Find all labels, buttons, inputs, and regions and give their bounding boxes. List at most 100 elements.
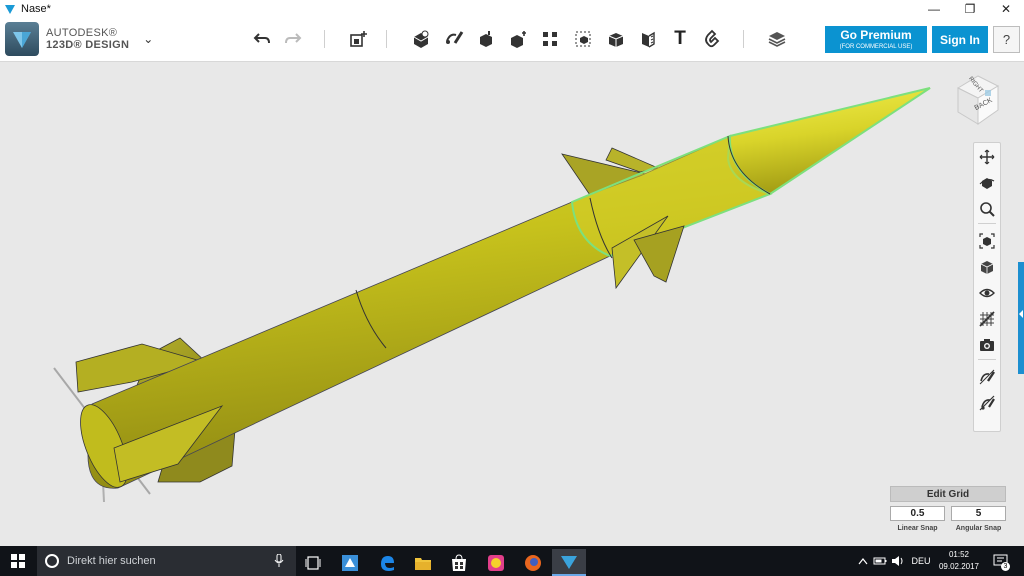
taskbar-clock[interactable]: 01:52 09.02.2017 <box>934 549 984 573</box>
123d-design-taskbar-button[interactable] <box>552 549 586 576</box>
tray-overflow-icon[interactable] <box>856 546 870 576</box>
battery-icon[interactable] <box>872 546 888 576</box>
angular-snap-label: Angular Snap <box>955 525 1002 532</box>
fit-icon <box>979 233 995 249</box>
material-button[interactable] <box>764 26 790 52</box>
go-premium-button[interactable]: Go Premium (FOR COMMERCIAL USE) <box>825 26 927 53</box>
view-mode-button[interactable] <box>977 257 997 277</box>
hide-sketches-button[interactable] <box>977 367 997 387</box>
task-view-button[interactable] <box>296 549 330 576</box>
orbit-icon <box>979 178 995 189</box>
sketch-button[interactable] <box>441 26 467 52</box>
app-logo-icon <box>3 2 17 16</box>
taskbar-app-1[interactable] <box>333 549 367 576</box>
window-title: Nase* <box>21 2 51 15</box>
start-button[interactable] <box>0 546 36 576</box>
close-button[interactable]: ✕ <box>988 0 1024 17</box>
restore-button[interactable]: ❐ <box>952 0 988 17</box>
edge-browser-button[interactable] <box>370 549 404 576</box>
app-icon <box>342 554 358 571</box>
side-panel-tab[interactable] <box>1018 262 1024 374</box>
redo-button[interactable] <box>280 26 306 52</box>
store-icon <box>452 553 466 571</box>
visibility-icon <box>979 288 995 298</box>
app-icon <box>488 554 504 571</box>
pan-button[interactable] <box>977 147 997 167</box>
view-mode-icon <box>980 261 994 274</box>
grouping-button[interactable] <box>570 26 596 52</box>
toolbar-divider <box>386 30 387 48</box>
brand-menu[interactable]: AUTODESK® 123D® DESIGN ⌄ <box>5 22 153 56</box>
screenshot-icon <box>980 339 994 351</box>
navbar-divider <box>978 359 996 360</box>
text-button[interactable]: T <box>667 26 693 52</box>
chevron-down-icon[interactable]: ⌄ <box>143 32 153 46</box>
clock-time: 01:52 <box>948 550 970 559</box>
screenshot-button[interactable] <box>977 335 997 355</box>
title-bar: Nase* — ❐ ✕ <box>0 0 1024 17</box>
text-icon: T <box>674 28 686 49</box>
navbar-divider <box>978 223 996 224</box>
pan-icon <box>979 149 995 165</box>
cortana-icon <box>45 554 59 568</box>
folder-icon <box>415 557 431 570</box>
snap-button[interactable] <box>699 26 725 52</box>
hide-sketches-icon <box>979 369 995 385</box>
search-placeholder: Direkt hier suchen <box>67 555 156 567</box>
task-view-icon <box>305 555 321 570</box>
linear-snap-label: Linear Snap <box>897 525 938 532</box>
hide-mesh-button[interactable] <box>977 393 997 413</box>
sign-in-button[interactable]: Sign In <box>932 26 988 53</box>
taskbar-app-2[interactable] <box>479 549 513 576</box>
brand-line2: 123D® DESIGN <box>46 39 130 51</box>
store-button[interactable] <box>442 549 476 576</box>
go-premium-label: Go Premium <box>840 28 912 42</box>
clock-date: 09.02.2017 <box>938 562 980 571</box>
modify-button[interactable] <box>505 26 531 52</box>
windows-taskbar: Direkt hier suchen DEU 01:52 09.02.2017 <box>0 546 1024 576</box>
edge-icon <box>381 555 394 571</box>
visibility-button[interactable] <box>977 283 997 303</box>
fit-button[interactable] <box>977 231 997 251</box>
material-icon <box>979 311 995 327</box>
transform-button[interactable] <box>345 26 371 52</box>
microphone-icon[interactable] <box>274 553 284 573</box>
main-toolbar: AUTODESK® 123D® DESIGN ⌄ T Go Premium (F… <box>0 17 1024 62</box>
firefox-button[interactable] <box>516 549 550 576</box>
language-indicator[interactable]: DEU <box>908 546 934 576</box>
grid-panel: Edit Grid 0.5 5 Linear Snap Angular Snap <box>890 486 1006 538</box>
angular-snap-input[interactable]: 5 <box>951 506 1006 521</box>
zoom-button[interactable] <box>977 199 997 219</box>
orbit-button[interactable] <box>977 173 997 193</box>
view-cube[interactable]: RIGHT BACK <box>952 70 1002 128</box>
measure-button[interactable] <box>635 26 661 52</box>
windows-icon <box>11 554 25 568</box>
app-logo-icon <box>5 22 39 56</box>
undo-button[interactable] <box>249 26 275 52</box>
primitives-button[interactable] <box>408 26 434 52</box>
help-button[interactable]: ? <box>993 26 1020 53</box>
toolbar-divider <box>324 30 325 48</box>
construct-button[interactable] <box>473 26 499 52</box>
minimize-button[interactable]: — <box>916 0 952 17</box>
go-premium-sublabel: (FOR COMMERCIAL USE) <box>839 44 913 50</box>
pattern-button[interactable] <box>537 26 563 52</box>
navigation-bar <box>973 142 1001 432</box>
file-explorer-button[interactable] <box>406 549 440 576</box>
linear-snap-input[interactable]: 0.5 <box>890 506 945 521</box>
action-center-button[interactable]: 3 <box>990 546 1012 576</box>
zoom-icon <box>980 202 995 217</box>
taskbar-search[interactable]: Direkt hier suchen <box>37 546 296 576</box>
firefox-icon <box>525 554 541 571</box>
brand-line1: AUTODESK® <box>46 27 118 39</box>
notification-count: 3 <box>1001 562 1010 571</box>
toolbar-divider <box>743 30 744 48</box>
combine-button[interactable] <box>603 26 629 52</box>
edit-grid-button[interactable]: Edit Grid <box>890 486 1006 502</box>
3d-viewport[interactable]: RIGHT BACK Edit Grid 0.5 5 Linear Snap A… <box>0 62 1024 546</box>
material-view-button[interactable] <box>977 309 997 329</box>
123d-design-icon <box>561 555 577 569</box>
rocket-model[interactable] <box>0 62 1024 546</box>
volume-icon[interactable] <box>890 546 906 576</box>
hide-mesh-icon <box>979 395 995 411</box>
